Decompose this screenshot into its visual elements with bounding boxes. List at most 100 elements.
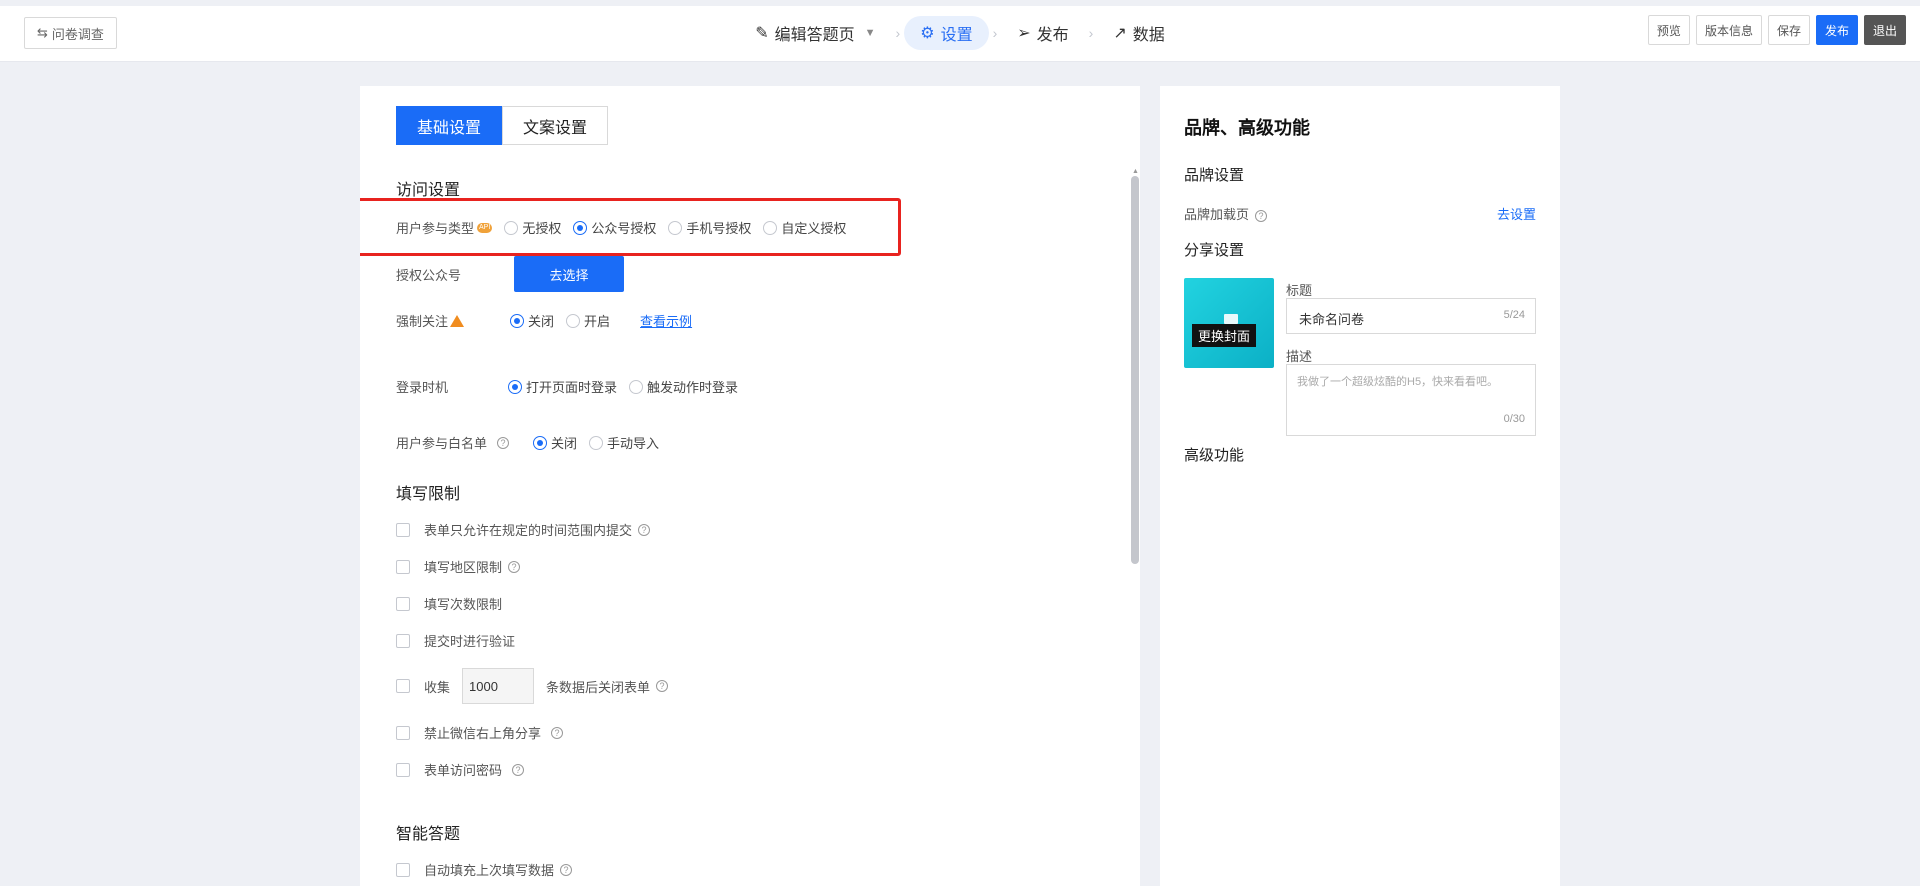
radio-icon[interactable] [629, 379, 644, 394]
checkbox[interactable] [396, 862, 410, 877]
chevron-right-icon: › [1088, 25, 1094, 41]
caret-down-icon[interactable]: ▼ [865, 27, 876, 39]
radio-icon[interactable] [589, 435, 604, 450]
choose-account-button[interactable]: 去选择 [514, 256, 624, 292]
view-example-link[interactable]: 查看示例 [640, 311, 692, 330]
help-icon[interactable]: ? [1255, 210, 1268, 222]
option-label: 手机号授权 [686, 221, 752, 236]
checkbox[interactable] [396, 679, 410, 693]
fill-limits-title: 填写限制 [396, 486, 461, 503]
share-title-label: 标题 [1286, 283, 1313, 298]
help-icon[interactable]: ? [497, 436, 510, 449]
side-panel-title: 品牌、高级功能 [1184, 118, 1310, 138]
share-title-input[interactable]: 未命名问卷 5/24 [1286, 298, 1536, 334]
option-label: 公众号授权 [591, 221, 657, 236]
tab-basic-settings[interactable]: 基础设置 [396, 106, 503, 145]
top-bar: ⇆ 问卷调查 ✎ 编辑答题页 ▼ › ⚙ 设置 › ➢ 发布 › ↗ 数据 预览… [0, 6, 1920, 62]
checkbox[interactable] [396, 559, 410, 574]
checkbox[interactable] [396, 633, 410, 648]
advanced-features-title: 高级功能 [1184, 447, 1245, 464]
limit-verify-label: 提交时进行验证 [424, 634, 516, 649]
limit-collect: 收集 1000 条数据后关闭表单 ? [396, 668, 669, 704]
user-type-custom[interactable]: 自定义授权 [763, 218, 846, 237]
help-icon[interactable]: ? [508, 560, 521, 573]
tab-copy-settings[interactable]: 文案设置 [502, 106, 609, 145]
force-follow-on[interactable]: 开启 [566, 311, 610, 330]
collect-count-input[interactable]: 1000 [462, 668, 535, 704]
user-type-phone[interactable]: 手机号授权 [668, 218, 751, 237]
limit-password: 表单访问密码 ? [396, 760, 525, 779]
version-info-button[interactable]: 版本信息 [1695, 15, 1762, 45]
share-desc-textarea[interactable]: 我做了一个超级炫酷的H5，快来看看吧。 0/30 [1286, 364, 1536, 436]
option-label: 自定义授权 [781, 221, 847, 236]
login-time-row: 登录时机 打开页面时登录 触发动作时登录 [396, 377, 750, 396]
api-badge: API [477, 222, 493, 233]
radio-checked-icon[interactable] [573, 220, 588, 235]
brand-loading-link[interactable]: 去设置 [1497, 204, 1536, 223]
user-type-official-account[interactable]: 公众号授权 [573, 218, 656, 237]
save-button[interactable]: 保存 [1767, 15, 1810, 45]
auth-account-row: 授权公众号 去选择 [396, 256, 624, 292]
option-label: 触发动作时登录 [647, 380, 739, 395]
whitelist-row: 用户参与白名单 ? 关闭 手动导入 [396, 433, 671, 452]
option-label: 打开页面时登录 [526, 380, 618, 395]
scroll-up-icon[interactable]: ▲ [1132, 168, 1139, 175]
force-follow-off[interactable]: 关闭 [510, 311, 554, 330]
whitelist-off[interactable]: 关闭 [533, 433, 577, 452]
limit-no-share: 禁止微信右上角分享 ? [396, 723, 564, 742]
radio-icon[interactable] [504, 220, 519, 235]
whitelist-manual[interactable]: 手动导入 [589, 433, 659, 452]
settings-panel: 基础设置 文案设置 访问设置 用户参与类型 API 无授权 公众号授权 手机号授… [360, 86, 1140, 886]
user-type-none[interactable]: 无授权 [504, 218, 561, 237]
brand-loading-label: 品牌加载页 [1184, 207, 1250, 222]
header-actions: 预览 版本信息 保存 发布 退出 [1647, 15, 1906, 45]
step-navigation: ✎ 编辑答题页 ▼ › ⚙ 设置 › ➢ 发布 › ↗ 数据 [0, 16, 1920, 50]
step-settings-label: 设置 [940, 27, 973, 44]
help-icon[interactable]: ? [560, 863, 573, 876]
edit-icon: ✎ [755, 25, 769, 42]
step-data[interactable]: ↗ 数据 [1097, 16, 1180, 50]
help-icon[interactable]: ? [656, 680, 669, 692]
warning-icon [450, 314, 465, 327]
share-title-count: 5/24 [1503, 309, 1525, 321]
checkbox[interactable] [396, 762, 410, 777]
line-chart-icon: ↗ [1113, 25, 1127, 42]
limit-count: 填写次数限制 [396, 594, 502, 613]
help-icon[interactable]: ? [512, 763, 525, 776]
step-publish-label: 发布 [1036, 27, 1069, 44]
checkbox[interactable] [396, 596, 410, 611]
limit-time-range-label: 表单只允许在规定的时间范围内提交 [424, 523, 633, 538]
step-edit-label: 编辑答题页 [774, 27, 855, 44]
chevron-right-icon: › [992, 25, 998, 41]
option-label: 无授权 [522, 221, 562, 236]
help-icon[interactable]: ? [551, 726, 564, 739]
login-on-open[interactable]: 打开页面时登录 [508, 377, 617, 396]
image-icon [1224, 314, 1238, 324]
scrollbar[interactable] [1131, 176, 1139, 564]
force-follow-row: 强制关注 关闭 开启 查看示例 [396, 311, 692, 330]
radio-icon[interactable] [763, 220, 778, 235]
share-desc-placeholder: 我做了一个超级炫酷的H5，快来看看吧。 [1297, 376, 1499, 388]
publish-button[interactable]: 发布 [1815, 15, 1858, 45]
preview-button[interactable]: 预览 [1647, 15, 1690, 45]
change-cover-button[interactable]: 更换封面 [1192, 324, 1257, 347]
login-on-action[interactable]: 触发动作时登录 [629, 377, 738, 396]
login-time-label: 登录时机 [396, 380, 449, 395]
radio-icon[interactable] [566, 313, 581, 328]
share-desc-label: 描述 [1286, 349, 1313, 364]
radio-checked-icon[interactable] [508, 379, 522, 394]
radio-icon[interactable] [668, 220, 683, 235]
checkbox[interactable] [396, 522, 410, 537]
share-title-value: 未命名问卷 [1299, 312, 1365, 327]
radio-checked-icon[interactable] [510, 313, 525, 328]
step-publish[interactable]: ➢ 发布 [1001, 16, 1084, 50]
step-settings[interactable]: ⚙ 设置 [904, 16, 989, 50]
smart-autofill: 自动填充上次填写数据 ? [396, 860, 573, 879]
smart-answer-title: 智能答题 [396, 826, 461, 843]
share-cover-image[interactable]: 更换封面 [1184, 278, 1274, 368]
step-edit-page[interactable]: ✎ 编辑答题页 ▼ [739, 16, 891, 50]
help-icon[interactable]: ? [638, 523, 651, 536]
radio-checked-icon[interactable] [533, 435, 548, 450]
checkbox[interactable] [396, 725, 410, 740]
exit-button[interactable]: 退出 [1863, 15, 1906, 45]
